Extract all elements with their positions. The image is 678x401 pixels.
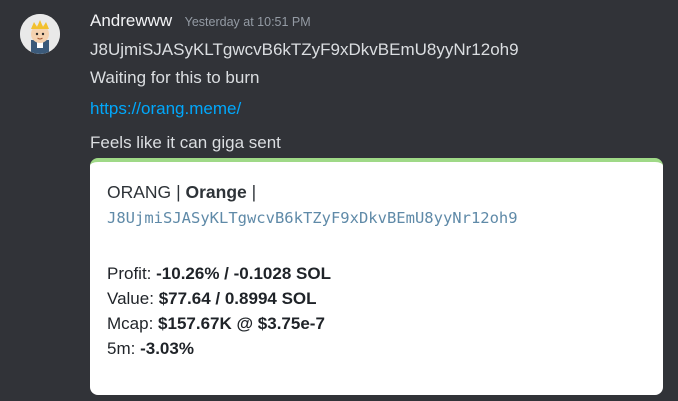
user-avatar[interactable] — [20, 14, 60, 54]
embed-stats: Profit: -10.26% / -0.1028 SOL Value: $77… — [107, 261, 331, 361]
message-line-text: Waiting for this to burn — [90, 68, 260, 87]
stat-value: -3.03% — [140, 339, 194, 358]
stat-row-mcap: Mcap: $157.67K @ $3.75e-7 — [107, 311, 331, 336]
embed-token-name: Orange — [185, 182, 247, 202]
message-line-comment: Feels like it can giga sent — [90, 133, 281, 152]
stat-value: -10.26% / -0.1028 SOL — [156, 264, 331, 283]
stat-row-profit: Profit: -10.26% / -0.1028 SOL — [107, 261, 331, 286]
embed-trailing-separator: | — [251, 182, 257, 202]
message-line-address: J8UjmiSJASyKLTgwcvB6kTZyF9xDkvBEmU8yyNr1… — [90, 40, 519, 59]
stat-label: 5m: — [107, 339, 136, 358]
stat-label: Value: — [107, 289, 154, 308]
token-embed: ORANG | Orange | J8UjmiSJASyKLTgwcvB6kTZ… — [90, 158, 663, 395]
embed-separator: | — [176, 182, 181, 202]
stat-row-value: Value: $77.64 / 0.8994 SOL — [107, 286, 331, 311]
avatar-image — [20, 14, 60, 54]
timestamp: Yesterday at 10:51 PM — [184, 15, 311, 29]
stat-label: Mcap: — [107, 314, 154, 333]
embed-ticker: ORANG — [107, 182, 172, 202]
message-link-line: https://orang.meme/ — [90, 98, 241, 120]
chat-message: Andrewww Yesterday at 10:51 PM J8UjmiSJA… — [0, 0, 678, 401]
stat-value: $77.64 / 0.8994 SOL — [158, 289, 317, 308]
stat-value: $157.67K @ $3.75e-7 — [158, 314, 325, 333]
website-link[interactable]: https://orang.meme/ — [90, 99, 241, 118]
embed-contract-address[interactable]: J8UjmiSJASyKLTgwcvB6kTZyF9xDkvBEmU8yyNr1… — [107, 207, 518, 229]
username[interactable]: Andrewww — [90, 11, 172, 30]
embed-title: ORANG | Orange | — [107, 180, 256, 204]
stat-label: Profit: — [107, 264, 152, 283]
message-header: Andrewww Yesterday at 10:51 PM — [90, 10, 311, 32]
stat-row-5m: 5m: -3.03% — [107, 336, 331, 361]
